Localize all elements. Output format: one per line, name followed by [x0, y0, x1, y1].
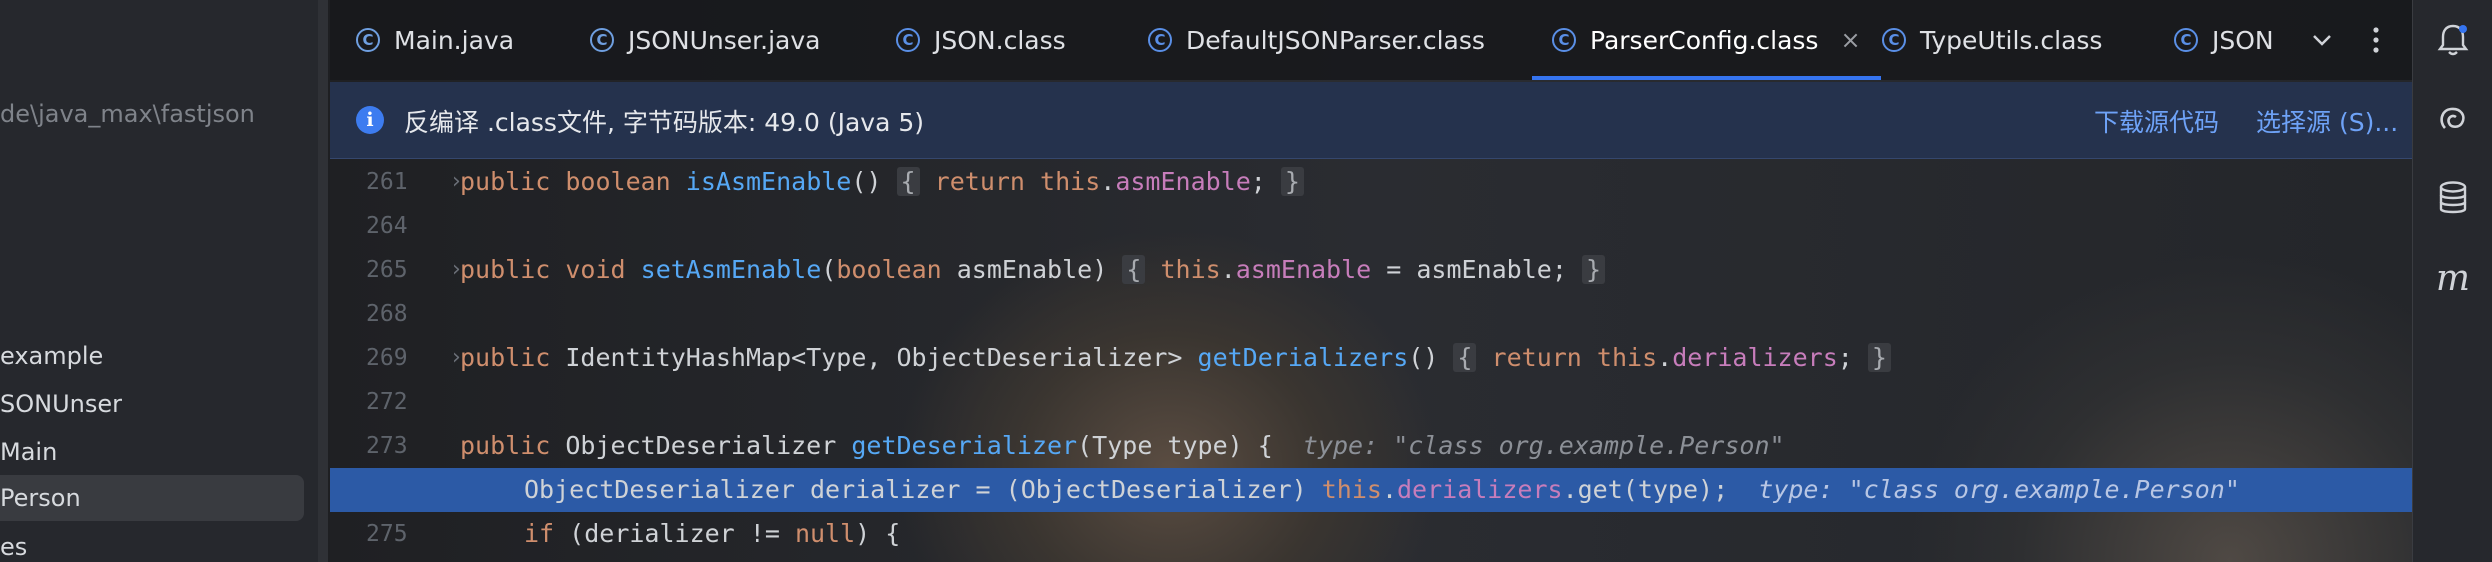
- right-tool-strip: m: [2412, 0, 2492, 562]
- tab-json-truncated[interactable]: C JSON: [2174, 0, 2286, 80]
- tree-item-example[interactable]: example: [0, 333, 103, 379]
- editor-area: C Main.java C JSONUnser.java C JSON.clas…: [330, 0, 2412, 562]
- line-number: 273: [366, 433, 408, 459]
- class-file-icon: C: [1148, 28, 1172, 52]
- inline-value-hint: type: "class org.example.Person": [1302, 431, 1785, 460]
- code-line-274: ObjectDeserializer derializer = (ObjectD…: [524, 475, 2240, 504]
- maven-icon[interactable]: m: [2431, 256, 2475, 300]
- code-editor[interactable]: public boolean isAsmEnable() { return th…: [330, 160, 2412, 562]
- editor-tab-bar: C Main.java C JSONUnser.java C JSON.clas…: [330, 0, 2412, 80]
- line-number: 272: [366, 389, 408, 415]
- info-icon: i: [356, 106, 384, 134]
- close-icon[interactable]: ×: [1840, 26, 1860, 54]
- folded-block[interactable]: {: [1453, 343, 1477, 372]
- notifications-icon[interactable]: [2431, 18, 2475, 62]
- tab-label: JSONUnser.java: [628, 25, 821, 55]
- tab-label: JSON.class: [934, 25, 1066, 55]
- tab-label: DefaultJSONParser.class: [1186, 25, 1485, 55]
- banner-message: 反编译 .class文件, 字节码版本: 49.0 (Java 5): [404, 108, 924, 137]
- tab-json-class[interactable]: C JSON.class: [896, 0, 1066, 80]
- download-source-link[interactable]: 下载源代码: [2094, 103, 2219, 139]
- more-options-icon[interactable]: [2358, 20, 2394, 60]
- class-file-icon: C: [1882, 28, 1906, 52]
- line-number: 261: [366, 169, 408, 195]
- tree-item-jsonunser[interactable]: SONUnser: [0, 381, 122, 427]
- tree-item-main[interactable]: Main: [0, 429, 57, 475]
- class-file-icon: C: [2174, 28, 2198, 52]
- gutter-highlight: [330, 468, 428, 512]
- code-line-261: public boolean isAsmEnable() { return th…: [460, 160, 1304, 204]
- folded-block[interactable]: {: [1122, 255, 1146, 284]
- code-line-265: public void setAsmEnable(boolean asmEnab…: [460, 248, 1606, 292]
- java-class-icon: C: [356, 28, 380, 52]
- tab-main-java[interactable]: C Main.java: [356, 0, 514, 80]
- class-file-icon: C: [1552, 28, 1576, 52]
- tab-typeutils-class[interactable]: C TypeUtils.class: [1882, 0, 2102, 80]
- tab-label: JSON: [2212, 25, 2274, 55]
- folded-block[interactable]: }: [1867, 343, 1891, 372]
- sidebar-scrollbar[interactable]: [318, 0, 328, 562]
- database-icon[interactable]: [2431, 176, 2475, 220]
- tree-item-person[interactable]: Person: [0, 475, 304, 521]
- code-line-269: public IdentityHashMap<Type, ObjectDeser…: [460, 336, 1891, 380]
- project-sidebar: de\java_max\fastjson example SONUnser Ma…: [0, 0, 328, 562]
- folded-block[interactable]: }: [1581, 255, 1606, 284]
- line-number: 264: [366, 213, 408, 239]
- code-line-275: if (derializer != null) {: [524, 519, 901, 548]
- choose-source-link[interactable]: 选择源 (S)...: [2256, 103, 2398, 139]
- folded-block[interactable]: }: [1280, 167, 1304, 196]
- line-number: 268: [366, 301, 408, 327]
- tab-label: Main.java: [394, 25, 515, 55]
- tab-parserconfig-class[interactable]: C ParserConfig.class ×: [1532, 0, 1881, 80]
- line-number: 269: [366, 345, 408, 371]
- inline-value-hint: type: "class org.example.Person": [1758, 475, 2240, 504]
- code-line-273: public ObjectDeserializer getDeserialize…: [460, 431, 1785, 460]
- tab-jsonunser-java[interactable]: C JSONUnser.java: [590, 0, 820, 80]
- line-number: 265: [366, 257, 408, 283]
- folded-block[interactable]: {: [896, 167, 920, 196]
- ai-assistant-icon[interactable]: [2431, 98, 2475, 142]
- tab-label: ParserConfig.class: [1590, 25, 1819, 55]
- tab-label: TypeUtils.class: [1920, 25, 2103, 55]
- decompiled-class-banner: i 反编译 .class文件, 字节码版本: 49.0 (Java 5) 下载源…: [330, 82, 2412, 159]
- project-path: de\java_max\fastjson: [0, 100, 255, 128]
- line-number: 275: [366, 521, 408, 547]
- tree-item-es[interactable]: es: [0, 524, 27, 562]
- class-file-icon: C: [896, 28, 920, 52]
- chevron-down-icon[interactable]: [2304, 20, 2340, 60]
- tab-defaultjsonparser-class[interactable]: C DefaultJSONParser.class: [1148, 0, 1485, 80]
- java-class-icon: C: [590, 28, 614, 52]
